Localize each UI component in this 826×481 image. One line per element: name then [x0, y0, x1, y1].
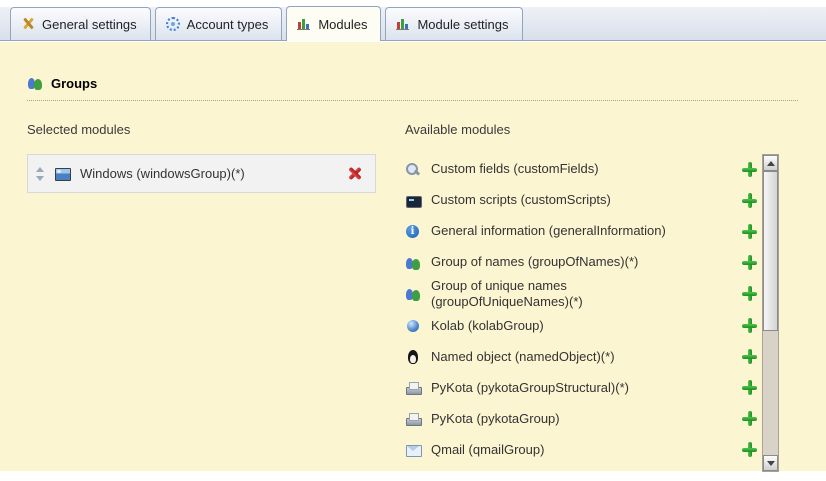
page-title: Groups — [51, 76, 97, 91]
wrench-icon — [20, 16, 36, 32]
kolab-icon — [405, 318, 421, 334]
magnifier-icon — [405, 162, 421, 178]
scroll-down-button[interactable] — [763, 455, 778, 471]
group-icon — [405, 255, 421, 271]
section-divider — [27, 100, 798, 101]
tab-bar: General settings Account types Modules M… — [0, 7, 826, 41]
add-module-button[interactable] — [742, 193, 758, 209]
drag-handle-icon[interactable] — [35, 167, 44, 181]
tab-label: Modules — [318, 17, 367, 32]
section-header: Groups — [27, 75, 97, 91]
remove-module-button[interactable] — [347, 166, 363, 182]
gear-icon — [165, 16, 181, 32]
script-icon — [405, 193, 421, 209]
content-area: Groups Selected modules Available module… — [0, 42, 826, 471]
module-name: PyKota (pykotaGroupStructural)(*) — [431, 380, 629, 396]
module-name: Kolab (kolabGroup) — [431, 318, 544, 334]
available-modules-label: Available modules — [405, 122, 510, 137]
selected-modules-label: Selected modules — [27, 122, 130, 137]
available-module-row: Named object (namedObject)(*) — [405, 342, 758, 373]
printer-icon — [405, 411, 421, 427]
add-module-button[interactable] — [742, 162, 758, 178]
selected-modules-list: Windows (windowsGroup)(*) — [27, 154, 376, 193]
group-icon — [405, 286, 421, 302]
available-module-row: Group of unique names (groupOfUniqueName… — [405, 278, 758, 311]
module-name: Group of unique names (groupOfUniqueName… — [431, 278, 703, 311]
available-module-row: Custom fields (customFields) — [405, 154, 758, 185]
add-module-button[interactable] — [742, 442, 758, 458]
tab-account-types[interactable]: Account types — [155, 7, 283, 40]
modules-chart-icon — [395, 16, 411, 32]
add-module-button[interactable] — [742, 224, 758, 240]
module-name: Windows (windowsGroup)(*) — [80, 166, 337, 181]
available-modules-list: Custom fields (customFields) Custom scri… — [405, 154, 758, 472]
available-module-row: Group of names (groupOfNames)(*) — [405, 247, 758, 278]
scrollbar-thumb[interactable] — [763, 171, 778, 331]
tab-module-settings[interactable]: Module settings — [385, 7, 522, 40]
module-name: General information (generalInformation) — [431, 223, 666, 239]
tab-label: Module settings — [417, 17, 508, 32]
add-module-button[interactable] — [742, 318, 758, 334]
add-module-button[interactable] — [742, 411, 758, 427]
available-module-row: Kolab (kolabGroup) — [405, 311, 758, 342]
scrollbar[interactable] — [762, 154, 779, 472]
add-module-button[interactable] — [742, 286, 758, 302]
available-module-row: Custom scripts (customScripts) — [405, 185, 758, 216]
available-module-row: General information (generalInformation) — [405, 216, 758, 247]
available-module-row: PyKota (pykotaGroup) — [405, 404, 758, 435]
module-name: Group of names (groupOfNames)(*) — [431, 254, 638, 270]
penguin-icon — [405, 349, 421, 365]
add-module-button[interactable] — [742, 255, 758, 271]
module-name: Custom fields (customFields) — [431, 161, 599, 177]
module-name: Named object (namedObject)(*) — [431, 349, 615, 365]
mail-icon — [405, 442, 421, 458]
info-icon — [405, 224, 421, 240]
add-module-button[interactable] — [742, 349, 758, 365]
available-module-row: PyKota (pykotaGroupStructural)(*) — [405, 373, 758, 404]
groups-icon — [27, 75, 43, 91]
modules-chart-icon — [296, 16, 312, 32]
scroll-up-button[interactable] — [763, 155, 778, 171]
tab-modules[interactable]: Modules — [286, 6, 381, 41]
selected-module-row[interactable]: Windows (windowsGroup)(*) — [27, 154, 376, 193]
tab-label: Account types — [187, 17, 269, 32]
printer-icon — [405, 380, 421, 396]
module-name: Qmail (qmailGroup) — [431, 442, 544, 458]
add-module-button[interactable] — [742, 380, 758, 396]
tab-label: General settings — [42, 17, 137, 32]
module-name: Custom scripts (customScripts) — [431, 192, 611, 208]
windows-module-icon — [54, 166, 70, 182]
lam-configuration-window: General settings Account types Modules M… — [0, 0, 826, 481]
tab-general-settings[interactable]: General settings — [10, 7, 151, 40]
available-module-row: Qmail (qmailGroup) — [405, 435, 758, 466]
module-name: PyKota (pykotaGroup) — [431, 411, 560, 427]
